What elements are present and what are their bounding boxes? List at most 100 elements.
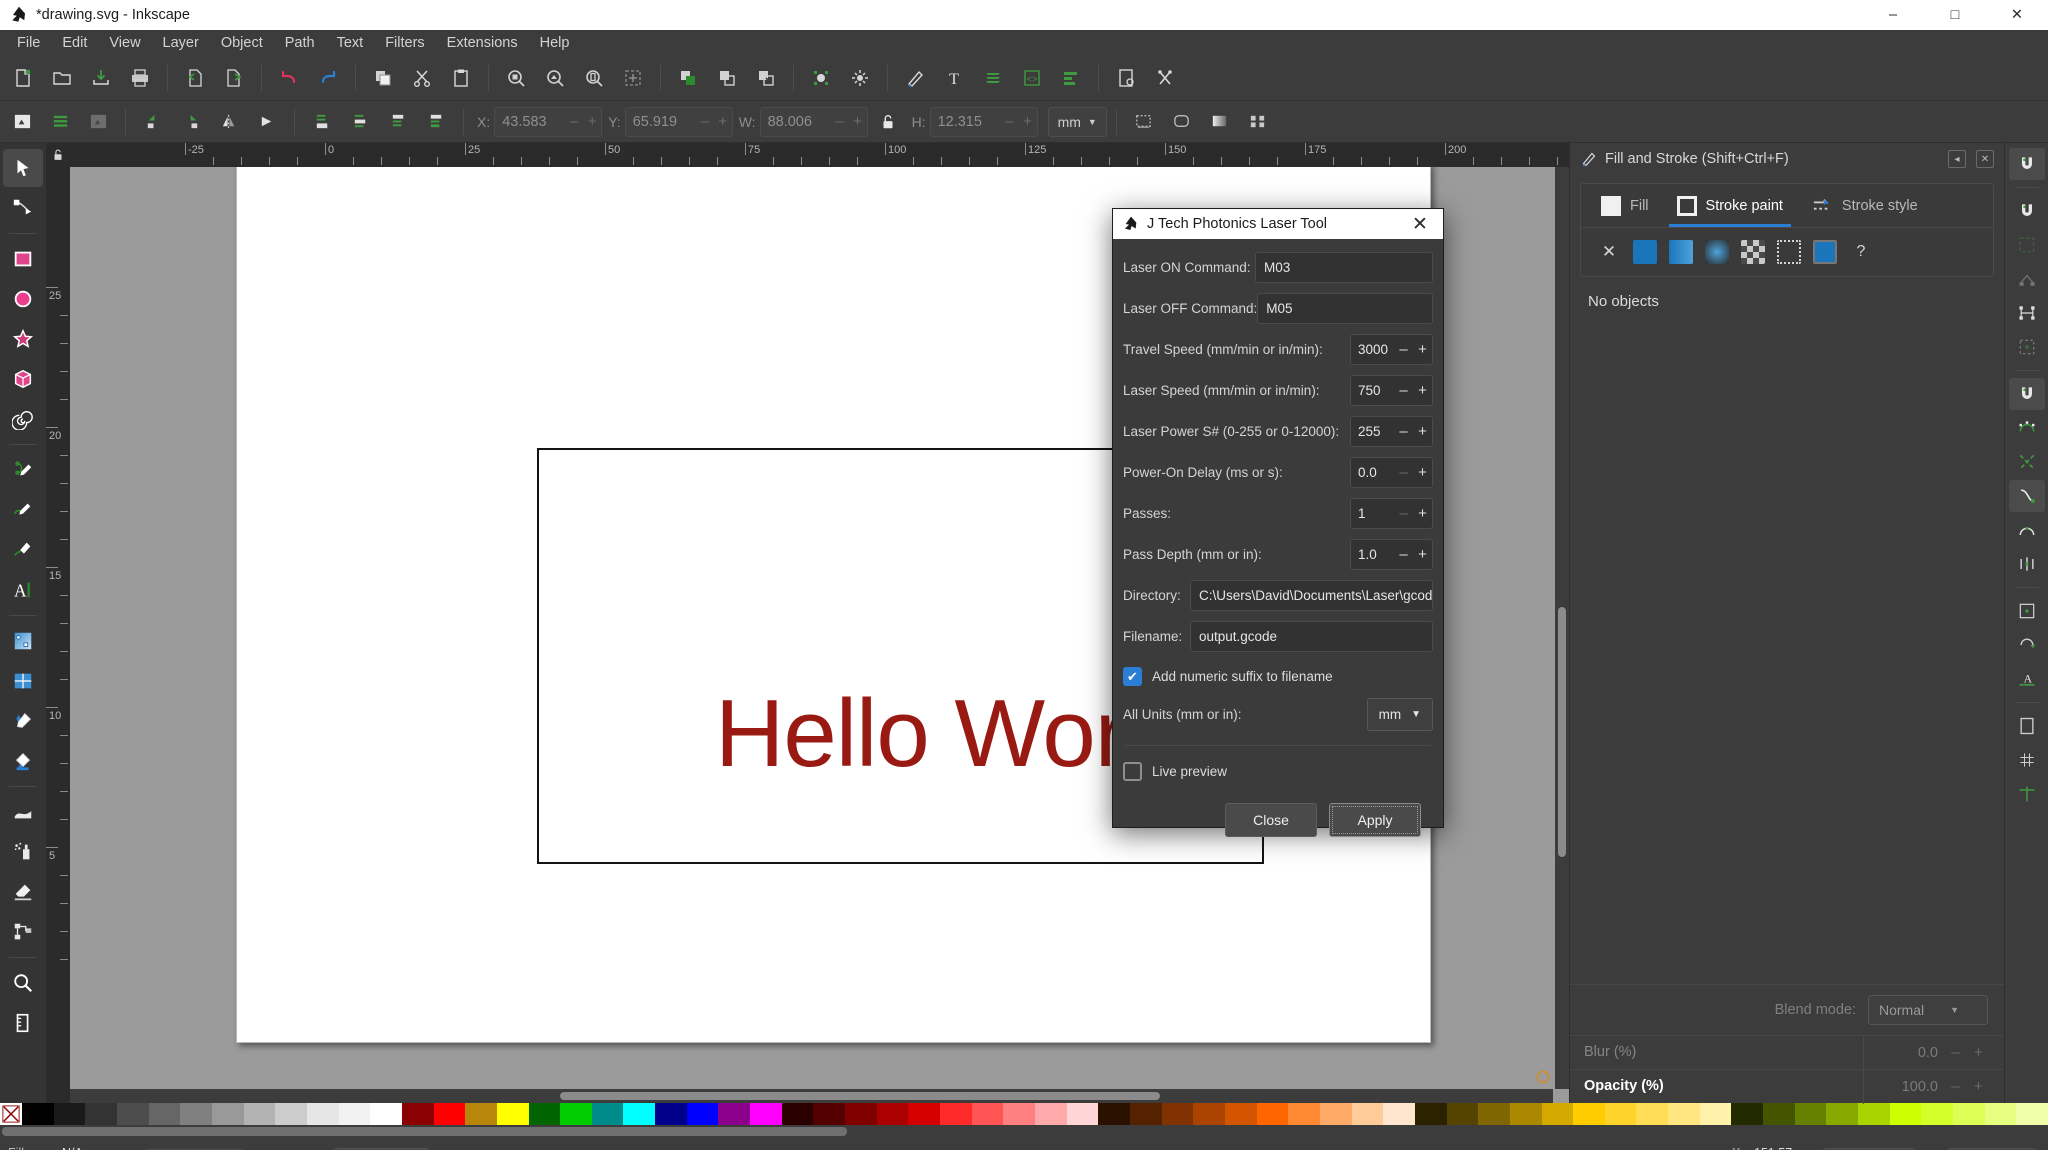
- pass-depth-stepper[interactable]: 1.0 – +: [1350, 538, 1433, 570]
- flat-color-icon[interactable]: [1633, 240, 1657, 264]
- snap-grids-icon[interactable]: [2009, 744, 2045, 776]
- palette-swatch[interactable]: [1478, 1103, 1510, 1125]
- x-position-stepper[interactable]: X: 43.583 – +: [477, 106, 603, 137]
- snap-text-baselines-icon[interactable]: A: [2009, 663, 2045, 695]
- zoom-drawing-icon[interactable]: [536, 59, 574, 97]
- height-stepper[interactable]: H: 12.315 – +: [912, 106, 1038, 137]
- passes-stepper[interactable]: 1 – +: [1350, 497, 1433, 529]
- blur-increment[interactable]: +: [1974, 1044, 1983, 1061]
- copy-icon[interactable]: [364, 59, 402, 97]
- bezier-pen-tool[interactable]: [3, 491, 43, 529]
- palette-swatch[interactable]: [1288, 1103, 1320, 1125]
- y-value[interactable]: 65.919: [626, 114, 696, 130]
- palette-scroll-thumb[interactable]: [2, 1127, 847, 1136]
- w-value[interactable]: 88.006: [761, 114, 831, 130]
- palette-swatch[interactable]: [116, 1103, 149, 1125]
- close-button[interactable]: ✕: [1986, 0, 2048, 30]
- power-on-delay-increment[interactable]: +: [1413, 464, 1432, 481]
- palette-swatch[interactable]: [1858, 1103, 1890, 1125]
- horizontal-scroll-thumb[interactable]: [560, 1092, 1160, 1100]
- palette-swatch[interactable]: [1794, 1103, 1827, 1125]
- laser-speed-value[interactable]: 750: [1351, 383, 1394, 398]
- snap-nodes-paths-icon[interactable]: [2008, 378, 2045, 410]
- snap-path-intersections-icon[interactable]: [2009, 446, 2045, 478]
- snap-cusp-nodes-icon[interactable]: [2008, 480, 2045, 512]
- blur-value[interactable]: 0.0: [1864, 1045, 1944, 1061]
- palette-swatch[interactable]: [1129, 1103, 1162, 1125]
- power-on-delay-decrement[interactable]: –: [1394, 464, 1413, 481]
- laser-tool-dialog[interactable]: J Tech Photonics Laser Tool ✕ Laser ON C…: [1112, 208, 1444, 837]
- palette-swatch[interactable]: [1098, 1103, 1130, 1125]
- h-increment[interactable]: +: [1019, 113, 1037, 130]
- palette-swatch[interactable]: [1921, 1103, 1954, 1125]
- blend-mode-dropdown[interactable]: Normal ▼: [1868, 995, 1988, 1025]
- palette-swatch[interactable]: [655, 1103, 687, 1125]
- menu-filters[interactable]: Filters: [374, 33, 435, 53]
- fill-and-stroke-icon[interactable]: [896, 59, 934, 97]
- passes-decrement[interactable]: –: [1394, 505, 1413, 522]
- paste-icon[interactable]: [442, 59, 480, 97]
- enable-snapping-toggle[interactable]: [2008, 148, 2045, 180]
- travel-speed-increment[interactable]: +: [1413, 341, 1432, 358]
- apply-button[interactable]: Apply: [1329, 803, 1421, 837]
- opacity-slider-row[interactable]: Opacity (%) 100.0 – +: [1570, 1069, 2004, 1104]
- palette-scrollbar[interactable]: [0, 1125, 2048, 1138]
- palette-swatch[interactable]: [1066, 1103, 1099, 1125]
- snap-rotation-centers-icon[interactable]: [2009, 629, 2045, 661]
- deselect-icon[interactable]: [80, 105, 116, 139]
- flip-vertical-icon[interactable]: [249, 105, 285, 139]
- numeric-suffix-checkbox[interactable]: ✔: [1123, 666, 1142, 686]
- dialog-close-icon[interactable]: ✕: [1403, 209, 1437, 239]
- laser-speed-decrement[interactable]: –: [1394, 382, 1413, 399]
- select-all-in-layers-icon[interactable]: [42, 105, 78, 139]
- measurement-tool[interactable]: [3, 1004, 43, 1042]
- palette-swatch[interactable]: [148, 1103, 181, 1125]
- directory-input[interactable]: C:\Users\David\Documents\Laser\gcode: [1190, 579, 1433, 611]
- blur-decrement[interactable]: –: [1951, 1044, 1959, 1061]
- color-palette[interactable]: [0, 1103, 2048, 1125]
- palette-swatch[interactable]: [1383, 1103, 1415, 1125]
- snap-page-border-icon[interactable]: [2009, 710, 2045, 742]
- flip-horizontal-icon[interactable]: [211, 105, 247, 139]
- menu-text[interactable]: Text: [326, 33, 375, 53]
- select-all-icon[interactable]: [4, 105, 40, 139]
- h-decrement[interactable]: –: [1001, 113, 1019, 130]
- snap-guides-icon[interactable]: [2009, 778, 2045, 810]
- travel-speed-value[interactable]: 3000: [1351, 342, 1394, 357]
- new-document-icon[interactable]: [4, 59, 42, 97]
- palette-swatch[interactable]: [781, 1103, 814, 1125]
- ruler-corner[interactable]: [46, 143, 70, 167]
- canvas-rotation-lock-icon[interactable]: [1535, 1069, 1551, 1085]
- blur-slider[interactable]: Blur (%): [1570, 1035, 1864, 1070]
- zoom-page-icon[interactable]: [575, 59, 613, 97]
- tab-fill[interactable]: Fill: [1587, 185, 1663, 227]
- menu-file[interactable]: File: [6, 33, 51, 53]
- palette-swatch[interactable]: [1509, 1103, 1542, 1125]
- spray-tool[interactable]: [3, 833, 43, 871]
- travel-speed-stepper[interactable]: 3000 – +: [1350, 333, 1433, 365]
- palette-swatch[interactable]: [686, 1103, 719, 1125]
- laser-off-command-input[interactable]: M05: [1257, 292, 1433, 324]
- power-on-delay-value[interactable]: 0.0: [1351, 465, 1394, 480]
- calligraphy-tool[interactable]: [3, 531, 43, 569]
- rotate-90-ccw-icon[interactable]: [135, 105, 171, 139]
- passes-value[interactable]: 1: [1351, 506, 1394, 521]
- palette-swatch[interactable]: [22, 1103, 54, 1125]
- x-decrement[interactable]: –: [565, 113, 583, 130]
- laser-power-decrement[interactable]: –: [1394, 423, 1413, 440]
- minimize-button[interactable]: –: [1862, 0, 1924, 30]
- units-dropdown[interactable]: mm ▼: [1047, 106, 1107, 137]
- lock-aspect-ratio-icon[interactable]: [870, 105, 906, 139]
- text-tool[interactable]: A: [3, 571, 43, 609]
- duplicate-icon[interactable]: [669, 59, 707, 97]
- node-editor-tool[interactable]: [3, 189, 43, 227]
- y-increment[interactable]: +: [714, 113, 732, 130]
- palette-swatch[interactable]: [1604, 1103, 1637, 1125]
- palette-swatch[interactable]: [180, 1103, 212, 1125]
- palette-swatch[interactable]: [306, 1103, 339, 1125]
- gradient-tool[interactable]: [3, 622, 43, 660]
- palette-swatch[interactable]: [1731, 1103, 1764, 1125]
- tab-stroke-paint[interactable]: Stroke paint: [1663, 185, 1797, 227]
- maximize-button[interactable]: □: [1924, 0, 1986, 30]
- rotate-90-cw-icon[interactable]: [173, 105, 209, 139]
